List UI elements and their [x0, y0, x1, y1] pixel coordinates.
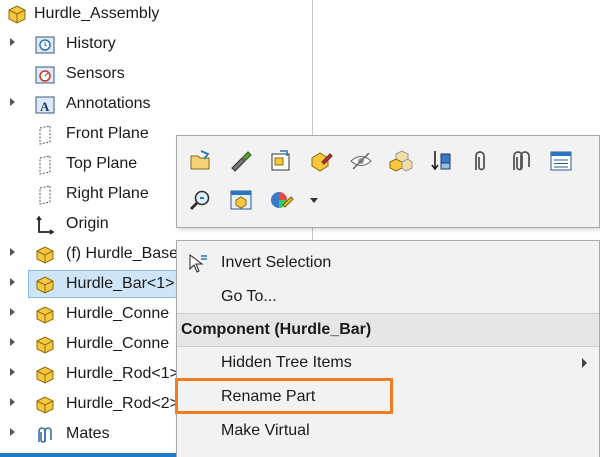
- origin-icon: [34, 214, 56, 236]
- tree-item-label: Right Plane: [66, 185, 149, 202]
- part-icon: [34, 274, 56, 296]
- expand-arrow-icon[interactable]: [10, 338, 15, 346]
- tree-root[interactable]: Hurdle_Assembly: [0, 0, 312, 28]
- menu-item-label: Hidden Tree Items: [221, 354, 352, 371]
- menu-item-label: Invert Selection: [221, 254, 332, 271]
- menu-section-header: Component (Hurdle_Bar): [177, 313, 599, 347]
- tree-item-label: Top Plane: [66, 155, 138, 172]
- tree-item-label: Hurdle_Conne: [66, 305, 170, 322]
- plane-icon: [34, 154, 56, 176]
- menu-section-title: Component (Hurdle_Bar): [181, 321, 372, 338]
- part-icon: [34, 394, 56, 416]
- tree-item-label: (f) Hurdle_Base: [66, 245, 179, 262]
- context-menu: Invert Selection Go To... Component (Hur…: [175, 240, 600, 457]
- menu-item-label: Make Virtual: [221, 422, 310, 439]
- context-toolbar: [176, 135, 600, 228]
- view-mates-icon[interactable]: [507, 147, 535, 175]
- sensors-icon: [34, 64, 56, 86]
- tree-item-label: Hurdle_Conne: [66, 335, 170, 352]
- callout-highlight-box: [175, 378, 393, 414]
- part-icon: [34, 364, 56, 386]
- menu-item-invert-selection[interactable]: Invert Selection: [177, 247, 599, 279]
- isolate-icon[interactable]: [387, 147, 415, 175]
- chevron-down-icon[interactable]: [310, 198, 318, 203]
- tree-item-label: Front Plane: [66, 125, 149, 142]
- menu-item-make-virtual[interactable]: Make Virtual: [177, 415, 599, 447]
- open-part-icon[interactable]: [187, 147, 215, 175]
- open-drawing-icon[interactable]: [267, 147, 295, 175]
- part-icon: [34, 244, 56, 266]
- tree-item-label: Mates: [66, 425, 110, 442]
- tree-item-label: History: [66, 35, 116, 52]
- expand-arrow-icon[interactable]: [10, 428, 15, 436]
- plane-icon: [34, 124, 56, 146]
- tree-item-annotations[interactable]: A Annotations: [0, 90, 312, 118]
- part-icon: [34, 304, 56, 326]
- assembly-icon: [6, 4, 28, 26]
- mate-icon[interactable]: [467, 147, 495, 175]
- tree-item-sensors[interactable]: Sensors: [0, 60, 312, 88]
- part-icon: [34, 334, 56, 356]
- expand-arrow-icon[interactable]: [10, 368, 15, 376]
- hide-icon[interactable]: [347, 147, 375, 175]
- tree-item-label: Hurdle_Bar<1>: [66, 275, 175, 292]
- tree-root-label: Hurdle_Assembly: [34, 5, 160, 22]
- annotations-icon: A: [34, 94, 56, 116]
- submenu-arrow-icon: [582, 358, 587, 368]
- menu-item-go-to[interactable]: Go To...: [177, 281, 599, 313]
- expand-arrow-icon[interactable]: [10, 248, 15, 256]
- tree-item-label: Annotations: [66, 95, 151, 112]
- tree-item-history[interactable]: History: [0, 30, 312, 58]
- mates-icon: [34, 424, 56, 446]
- expand-arrow-icon[interactable]: [10, 98, 15, 106]
- menu-item-label: Go To...: [221, 288, 277, 305]
- expand-arrow-icon[interactable]: [10, 278, 15, 286]
- tree-item-label: Sensors: [66, 65, 125, 82]
- tree-item-label: Origin: [66, 215, 109, 232]
- svg-text:A: A: [40, 99, 50, 114]
- component-configuration-icon[interactable]: [227, 186, 255, 214]
- zoom-to-selection-icon[interactable]: [187, 186, 215, 214]
- expand-arrow-icon[interactable]: [10, 398, 15, 406]
- menu-item-hidden-tree-items[interactable]: Hidden Tree Items: [177, 347, 599, 379]
- plane-icon: [34, 184, 56, 206]
- properties-icon[interactable]: [547, 147, 575, 175]
- history-icon: [34, 34, 56, 56]
- move-component-icon[interactable]: [427, 147, 455, 175]
- appearance-dropdown-icon[interactable]: [267, 186, 295, 214]
- expand-arrow-icon[interactable]: [10, 38, 15, 46]
- appearance-icon[interactable]: [307, 147, 335, 175]
- expand-arrow-icon[interactable]: [10, 308, 15, 316]
- edit-component-icon[interactable]: [227, 147, 255, 175]
- tree-item-label: Hurdle_Rod<2>: [66, 395, 179, 412]
- select-cursor-icon: [187, 253, 209, 275]
- tree-item-label: Hurdle_Rod<1>: [66, 365, 179, 382]
